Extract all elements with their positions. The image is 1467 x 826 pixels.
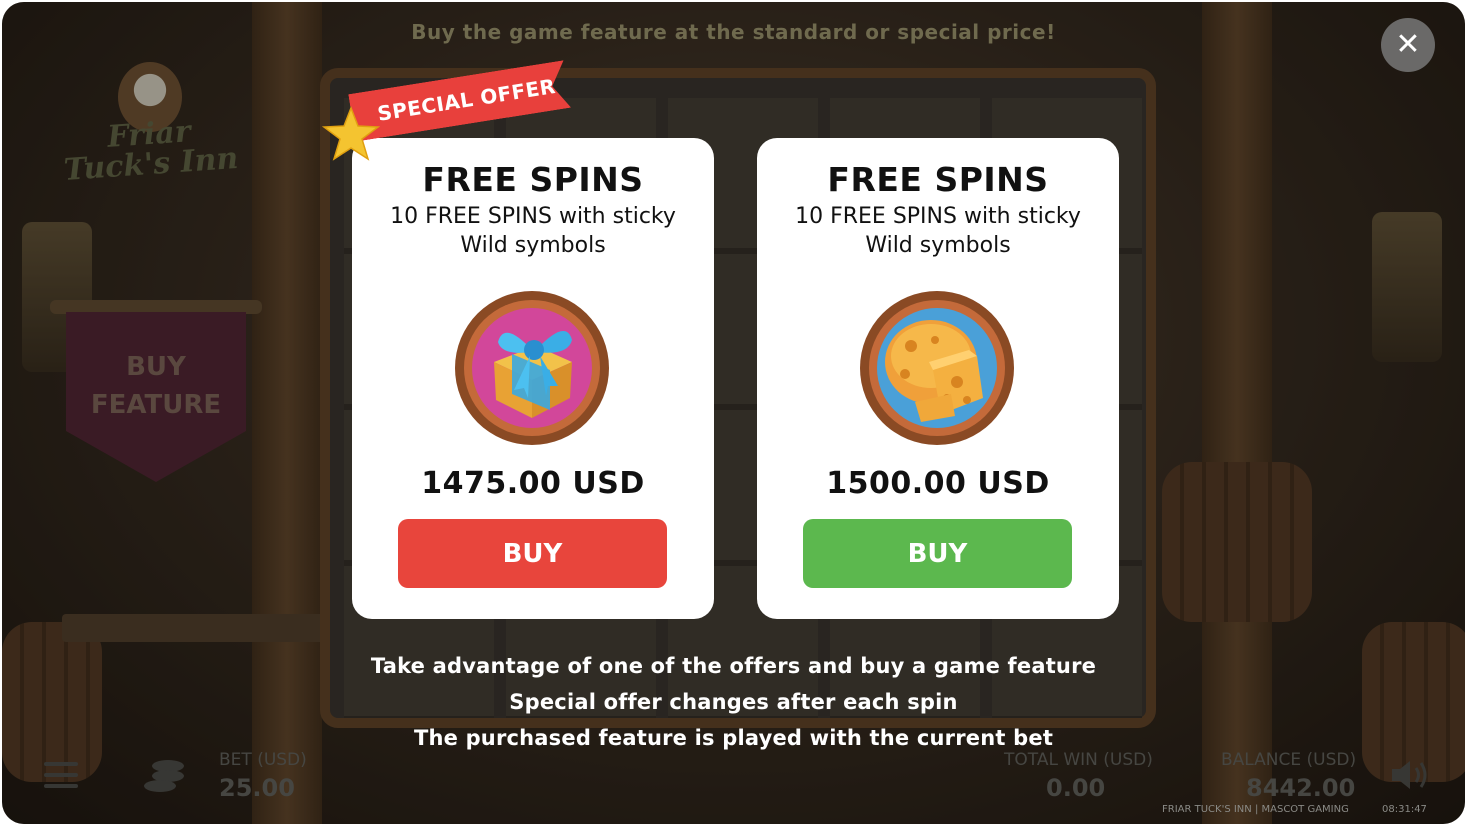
offer-price: 1500.00 USD [826, 466, 1050, 501]
footer-brand: FRIAR TUCK'S INN | MASCOT GAMING [1162, 804, 1349, 815]
buy-button-special[interactable]: BUY [398, 519, 667, 588]
offer-price: 1475.00 USD [421, 466, 645, 501]
game-screen: Friar Tuck's Inn BUY FEATURE BET (USD) 2… [2, 2, 1465, 824]
offer-description: 10 FREE SPINS with sticky Wild symbols [390, 204, 676, 258]
info-line-special-offer: Special offer changes after each spin [509, 690, 958, 714]
buy-button-standard[interactable]: BUY [803, 519, 1072, 588]
star-icon [322, 106, 380, 161]
gift-box-icon [455, 291, 609, 445]
offer-title: FREE SPINS [422, 160, 644, 199]
info-line-offers: Take advantage of one of the offers and … [370, 654, 1097, 678]
clock: 08:31:47 [1382, 804, 1427, 815]
cheese-icon [860, 291, 1014, 445]
offer-card-special: FREE SPINS 10 FREE SPINS with sticky Wil… [352, 138, 714, 619]
close-button[interactable]: ✕ [1381, 18, 1435, 72]
info-line-current-bet: The purchased feature is played with the… [413, 726, 1054, 750]
offer-card-standard: FREE SPINS 10 FREE SPINS with sticky Wil… [757, 138, 1119, 619]
offer-title: FREE SPINS [827, 160, 1049, 199]
offer-description: 10 FREE SPINS with sticky Wild symbols [795, 204, 1081, 258]
buy-feature-hint: Buy the game feature at the standard or … [411, 20, 1056, 44]
